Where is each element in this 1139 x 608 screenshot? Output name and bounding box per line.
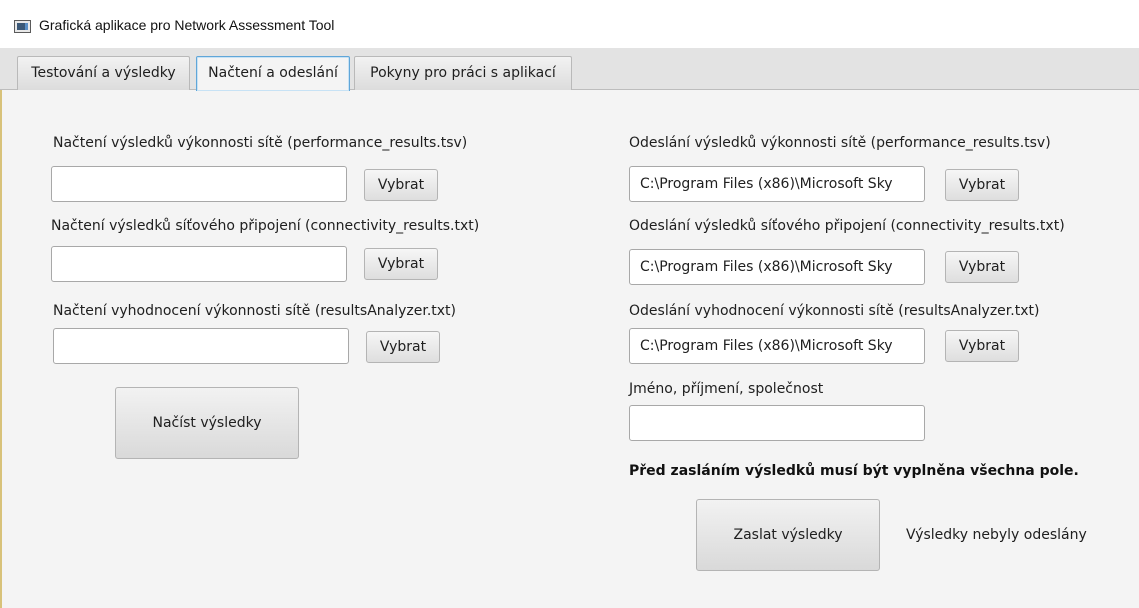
load-analyzer-label: Načtení vyhodnocení výkonnosti sítě (res… — [53, 303, 457, 319]
load-connectivity-field[interactable] — [51, 246, 347, 282]
load-performance-field[interactable] — [51, 166, 347, 202]
load-analyzer-field[interactable] — [53, 328, 349, 364]
load-performance-label: Načtení výsledků výkonnosti sítě (perfor… — [53, 135, 468, 151]
send-connectivity-label: Odeslání výsledků síťového připojení (co… — [629, 218, 1065, 234]
title-bar: Grafická aplikace pro Network Assessment… — [0, 0, 1139, 48]
tab-pokyny[interactable]: Pokyny pro práci s aplikací — [354, 56, 572, 90]
tab-nacteni-odeslani[interactable]: Načtení a odeslání — [196, 56, 350, 91]
send-performance-field[interactable] — [629, 166, 925, 202]
required-fields-warning: Před zasláním výsledků musí být vyplněna… — [629, 463, 1079, 479]
load-results-button[interactable]: Načíst výsledky — [115, 387, 299, 459]
load-connectivity-label: Načtení výsledků síťového připojení (con… — [51, 218, 480, 234]
send-connectivity-field[interactable] — [629, 249, 925, 285]
name-field[interactable] — [629, 405, 925, 441]
send-analyzer-choose-button[interactable]: Vybrat — [945, 330, 1019, 362]
load-connectivity-choose-button[interactable]: Vybrat — [364, 248, 438, 280]
send-performance-label: Odeslání výsledků výkonnosti sítě (perfo… — [629, 135, 1051, 151]
window-title: Grafická aplikace pro Network Assessment… — [39, 17, 335, 33]
send-analyzer-field[interactable] — [629, 328, 925, 364]
send-status-text: Výsledky nebyly odeslány — [906, 527, 1087, 543]
load-analyzer-choose-button[interactable]: Vybrat — [366, 331, 440, 363]
app-icon — [14, 20, 31, 33]
load-performance-choose-button[interactable]: Vybrat — [364, 169, 438, 201]
send-analyzer-label: Odeslání vyhodnocení výkonnosti sítě (re… — [629, 303, 1040, 319]
send-connectivity-choose-button[interactable]: Vybrat — [945, 251, 1019, 283]
name-label: Jméno, příjmení, společnost — [629, 381, 824, 397]
tab-testovani[interactable]: Testování a výsledky — [17, 56, 190, 90]
send-performance-choose-button[interactable]: Vybrat — [945, 169, 1019, 201]
content-left-border — [0, 90, 2, 608]
send-results-button[interactable]: Zaslat výsledky — [696, 499, 880, 571]
